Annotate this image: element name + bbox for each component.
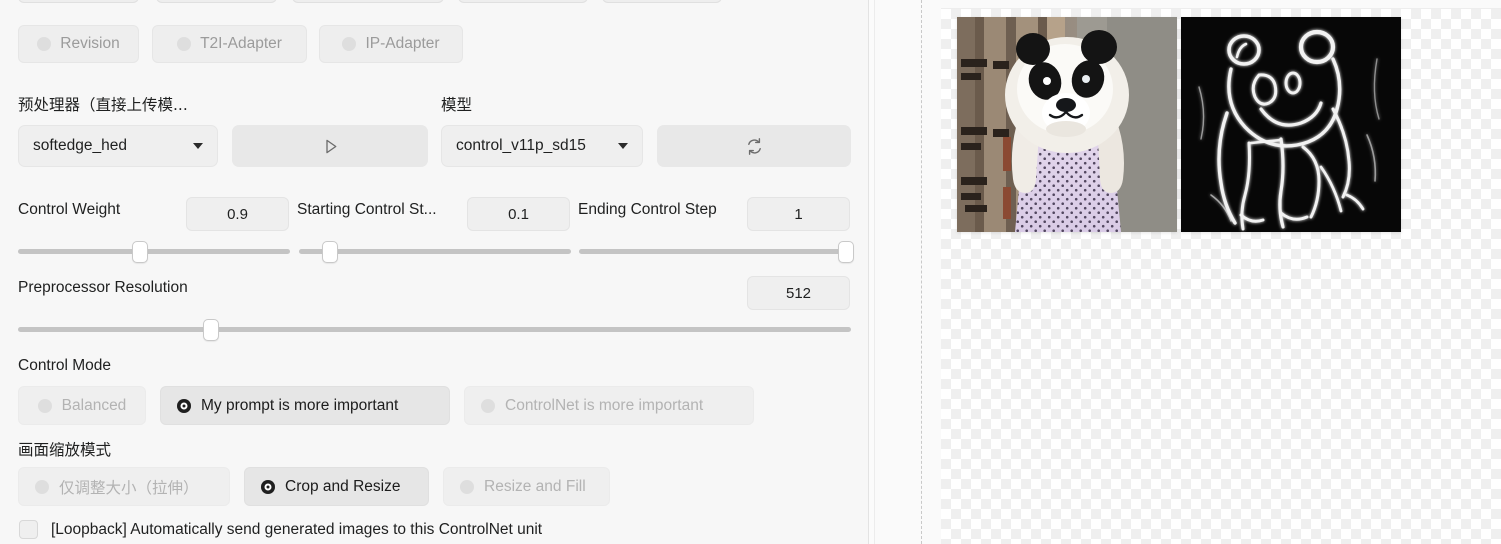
slider-track	[579, 249, 851, 254]
panel-divider	[921, 0, 922, 544]
ending-control-step-slider[interactable]	[579, 241, 854, 263]
loopback-label: [Loopback] Automatically send generated …	[51, 520, 543, 538]
resize-mode-option-crop-and-resize[interactable]: Crop and Resize	[244, 467, 429, 506]
radio-icon	[37, 37, 52, 51]
loopback-checkbox-row[interactable]: [Loopback] Automatically send generated …	[19, 520, 542, 539]
radio-icon	[37, 398, 52, 413]
control-weight-slider[interactable]	[18, 241, 290, 263]
resize-mode-option-just-resize[interactable]: 仅调整大小（拉伸）	[18, 467, 230, 506]
preprocessor-resolution-input[interactable]: 512	[747, 276, 850, 310]
starting-control-step-input[interactable]: 0.1	[467, 197, 570, 231]
radio-icon	[342, 37, 357, 51]
resize-mode-option-resize-and-fill[interactable]: Resize and Fill	[443, 467, 610, 506]
radio-icon-selected	[177, 398, 191, 413]
module-toggle-label: Revision	[60, 35, 120, 52]
softedge-preview[interactable]	[1181, 17, 1401, 232]
control-weight-label: Control Weight	[18, 201, 121, 218]
loopback-checkbox[interactable]	[19, 520, 38, 539]
model-label: 模型	[441, 96, 473, 114]
preview-panel-inner	[874, 0, 1501, 544]
control-mode-option-balanced[interactable]: Balanced	[18, 386, 146, 425]
slider-track	[18, 327, 851, 332]
refresh-icon	[747, 137, 761, 155]
slider-track	[299, 249, 571, 254]
softedge-preview-graphic	[1181, 17, 1401, 232]
model-select[interactable]: control_v11p_sd15	[441, 125, 643, 167]
slider-track	[18, 249, 290, 254]
starting-control-step-slider[interactable]	[299, 241, 571, 263]
module-toggle-ip-adapter[interactable]: IP-Adapter	[319, 25, 463, 63]
resize-mode-option-label: Crop and Resize	[285, 477, 401, 495]
controlnet-unit-screen: Revision T2I-Adapter IP-Adapter 预处理器（直接上…	[0, 0, 1501, 544]
refresh-models-button[interactable]	[657, 125, 851, 167]
radio-icon-selected	[261, 479, 275, 494]
chevron-down-icon	[618, 143, 628, 149]
control-mode-option-label: ControlNet is more important	[505, 396, 704, 414]
slider-handle[interactable]	[322, 241, 339, 263]
control-mode-option-controlnet[interactable]: ControlNet is more important	[464, 386, 754, 425]
radio-icon	[35, 479, 49, 494]
module-toggle-label: IP-Adapter	[365, 35, 440, 52]
resize-mode-option-label: Resize and Fill	[484, 477, 586, 495]
preprocessor-resolution-label: Preprocessor Resolution	[18, 279, 188, 296]
ending-control-step-input[interactable]: 1	[747, 197, 850, 231]
preprocessor-label: 预处理器（直接上传模...	[18, 96, 188, 114]
control-mode-label: Control Mode	[18, 357, 112, 374]
control-weight-input[interactable]: 0.9	[186, 197, 289, 231]
ending-control-step-label: Ending Control Step	[578, 201, 717, 218]
image-gallery-canvas[interactable]	[941, 8, 1501, 544]
module-toggle-t2i-adapter[interactable]: T2I-Adapter	[152, 25, 307, 63]
preprocessor-value: softedge_hed	[33, 137, 127, 154]
source-photo-graphic	[957, 17, 1177, 232]
run-preprocessor-button[interactable]	[232, 125, 428, 167]
radio-icon	[481, 398, 495, 413]
starting-control-step-label: Starting Control St...	[297, 201, 437, 218]
module-toggle-label: T2I-Adapter	[200, 35, 282, 52]
partial-button-5[interactable]	[602, 0, 722, 3]
control-mode-option-label: My prompt is more important	[201, 396, 399, 414]
module-toggle-revision[interactable]: Revision	[18, 25, 139, 63]
partial-button-1[interactable]	[18, 0, 139, 3]
radio-icon	[177, 37, 192, 51]
slider-handle[interactable]	[203, 319, 220, 341]
partial-button-4[interactable]	[458, 0, 588, 3]
radio-icon	[460, 479, 474, 494]
controlnet-settings-panel: Revision T2I-Adapter IP-Adapter 预处理器（直接上…	[0, 0, 869, 544]
resize-mode-label: 画面缩放模式	[18, 441, 112, 459]
preview-panel	[869, 0, 1501, 544]
slider-handle[interactable]	[837, 241, 854, 263]
partial-button-2[interactable]	[156, 0, 277, 3]
preprocessor-select[interactable]: softedge_hed	[18, 125, 218, 167]
source-photo[interactable]	[957, 17, 1177, 232]
slider-handle[interactable]	[132, 241, 149, 263]
model-value: control_v11p_sd15	[456, 137, 586, 154]
play-icon	[325, 139, 336, 153]
partial-button-3[interactable]	[292, 0, 444, 3]
chevron-down-icon	[193, 143, 203, 149]
control-mode-option-my-prompt[interactable]: My prompt is more important	[160, 386, 450, 425]
preprocessor-resolution-slider[interactable]	[18, 319, 851, 341]
resize-mode-option-label: 仅调整大小（拉伸）	[59, 478, 199, 497]
control-mode-option-label: Balanced	[61, 396, 127, 414]
